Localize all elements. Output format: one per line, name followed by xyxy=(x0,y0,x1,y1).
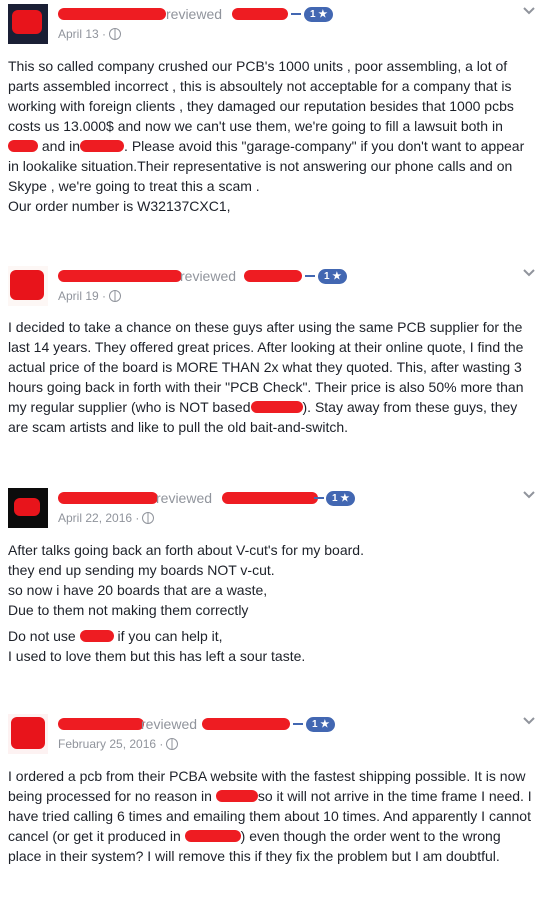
chevron-down-icon[interactable] xyxy=(522,716,536,726)
chevron-down-icon[interactable] xyxy=(522,490,536,500)
review-text-segment: This so called company crushed our PCB's… xyxy=(8,58,514,134)
review-paragraph: I decided to take a chance on these guys… xyxy=(8,317,533,437)
page-name-redacted[interactable] xyxy=(202,718,290,730)
review-paragraph: Due to them not making them correctly xyxy=(8,600,533,620)
rating-connector xyxy=(293,723,303,725)
chevron-down-icon[interactable] xyxy=(522,6,536,16)
inline-redaction xyxy=(8,140,38,152)
inline-redaction xyxy=(184,830,241,842)
review-meta: April 22, 2016 · xyxy=(58,511,155,525)
review-text-segment: Our order number is W32137CXC1, xyxy=(8,198,231,214)
review-paragraph: so now i have 20 boards that are a waste… xyxy=(8,580,533,600)
review-header: reviewed 1 ★ April 19 · xyxy=(8,262,536,306)
review-paragraph: I used to love them but this has left a … xyxy=(8,646,533,666)
page-name-redacted[interactable] xyxy=(232,8,288,20)
avatar[interactable] xyxy=(8,714,48,754)
review-text-segment: and in xyxy=(38,138,81,154)
reviewed-label: reviewed xyxy=(180,268,237,284)
review-paragraph: Do not use if you can help it, xyxy=(8,626,533,646)
inline-redaction xyxy=(79,630,114,642)
globe-icon xyxy=(166,738,179,750)
chevron-down-icon[interactable] xyxy=(522,268,536,278)
rating-connector xyxy=(305,275,315,277)
review-text-segment: After talks going back an forth about V-… xyxy=(8,542,364,558)
review-text-segment: they end up sending my boards NOT v-cut. xyxy=(8,562,275,578)
inline-redaction xyxy=(80,140,125,152)
globe-icon xyxy=(142,512,155,524)
review-header: reviewed 1 ★ February 25, 2016 · xyxy=(8,710,536,754)
review-card: reviewed 1 ★ February 25, 2016 · I order… xyxy=(0,710,541,900)
review-date[interactable]: April 22, 2016 xyxy=(58,511,132,525)
review-meta: April 13 · xyxy=(58,27,122,41)
review-text-segment: so now i have 20 boards that are a waste… xyxy=(8,582,268,598)
reviewer-name-redacted[interactable] xyxy=(58,270,182,282)
globe-icon xyxy=(109,28,122,40)
review-text: This so called company crushed our PCB's… xyxy=(8,56,533,216)
reviewer-name-redacted[interactable] xyxy=(58,492,158,504)
review-date[interactable]: April 19 xyxy=(58,289,99,303)
page-name-redacted[interactable] xyxy=(244,270,302,282)
review-text: I decided to take a chance on these guys… xyxy=(8,317,533,437)
rating-connector xyxy=(314,497,324,499)
reviewed-label: reviewed xyxy=(141,716,198,732)
reviewed-label: reviewed xyxy=(166,6,223,22)
review-paragraph: they end up sending my boards NOT v-cut. xyxy=(8,560,533,580)
review-header: reviewed 1 ★ April 22, 2016 · xyxy=(8,484,536,528)
avatar[interactable] xyxy=(8,266,48,306)
review-meta: February 25, 2016 · xyxy=(58,737,179,751)
rating-connector xyxy=(291,13,301,15)
review-paragraph: After talks going back an forth about V-… xyxy=(8,540,533,560)
globe-icon xyxy=(109,290,122,302)
review-text-segment: if you can help it, xyxy=(113,628,223,644)
review-date[interactable]: April 13 xyxy=(58,27,99,41)
review-paragraph: This so called company crushed our PCB's… xyxy=(8,56,533,196)
review-paragraph: I ordered a pcb from their PCBA website … xyxy=(8,766,533,866)
avatar[interactable] xyxy=(8,488,48,528)
review-meta: April 19 · xyxy=(58,289,122,303)
reviewer-name-redacted[interactable] xyxy=(58,718,144,730)
review-card: reviewed 1 ★ April 19 · I decided to tak… xyxy=(0,262,541,462)
review-text: After talks going back an forth about V-… xyxy=(8,540,533,666)
page-name-redacted[interactable] xyxy=(222,492,318,504)
rating-badge: 1 ★ xyxy=(326,491,356,506)
rating-badge: 1 ★ xyxy=(306,717,336,732)
review-card: reviewed 1 ★ April 13 · This so called c… xyxy=(0,0,541,250)
inline-redaction xyxy=(250,401,303,413)
review-text: I ordered a pcb from their PCBA website … xyxy=(8,766,533,866)
review-header: reviewed 1 ★ April 13 · xyxy=(8,0,536,44)
review-card: reviewed 1 ★ April 22, 2016 · After talk… xyxy=(0,484,541,684)
review-text-segment: I used to love them but this has left a … xyxy=(8,648,306,664)
review-paragraph: Our order number is W32137CXC1, xyxy=(8,196,533,216)
rating-badge: 1 ★ xyxy=(318,269,348,284)
review-date[interactable]: February 25, 2016 xyxy=(58,737,156,751)
reviewed-label: reviewed xyxy=(156,490,213,506)
reviewer-name-redacted[interactable] xyxy=(58,8,166,20)
avatar[interactable] xyxy=(8,4,48,44)
review-text-segment: Due to them not making them correctly xyxy=(8,602,249,618)
rating-badge: 1 ★ xyxy=(304,7,334,22)
inline-redaction xyxy=(215,790,258,802)
review-text-segment: Do not use xyxy=(8,628,80,644)
